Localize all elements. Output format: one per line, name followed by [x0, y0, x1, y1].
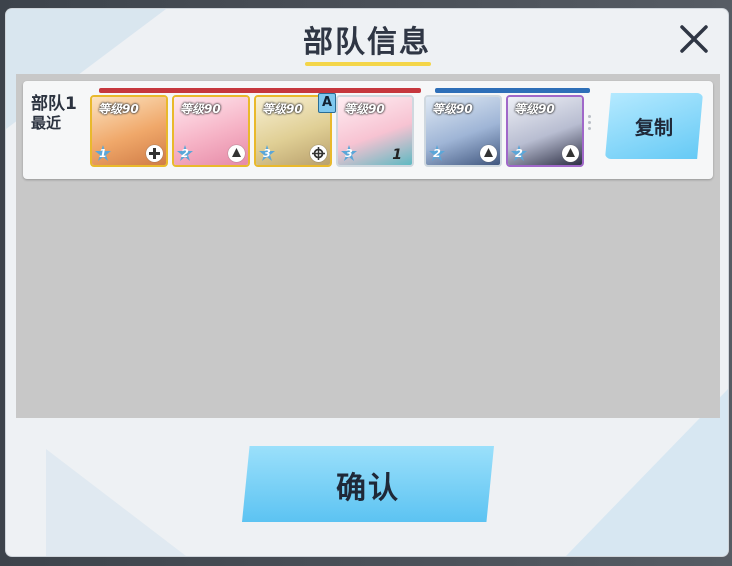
confirm-button[interactable]: 确认 [242, 446, 494, 522]
star-count: 3 [345, 147, 353, 160]
heal-role-icon [146, 145, 163, 162]
star-count: 1 [99, 147, 107, 160]
star-count: 2 [181, 147, 189, 160]
support-role-icon [228, 145, 245, 162]
star-icon: 2 [428, 144, 446, 162]
star-count: 3 [263, 147, 271, 160]
crosshair-role-icon [310, 145, 327, 162]
copy-button-label: 复制 [634, 117, 673, 139]
level-label: 等级90 [98, 102, 139, 116]
support-role-icon [562, 145, 579, 162]
close-icon [680, 25, 708, 53]
copy-button[interactable]: 复制 [605, 93, 703, 159]
team-status: 最近 [31, 114, 62, 132]
title-underline [305, 62, 431, 66]
assist-badge: A [318, 93, 336, 113]
skill-cost: 1 [392, 147, 402, 163]
close-button[interactable] [674, 19, 714, 59]
character-card-6[interactable]: 等级90 2 [506, 95, 584, 167]
star-count: 2 [515, 147, 523, 160]
team-name: 部队1 [31, 94, 77, 114]
level-label: 等级90 [180, 102, 221, 116]
level-label: 等级90 [514, 102, 555, 116]
character-card-2[interactable]: 等级90 2 [172, 95, 250, 167]
group-bar-special [435, 88, 590, 93]
star-icon: 3 [340, 144, 358, 162]
character-card-4[interactable]: 等级90 3 1 [336, 95, 414, 167]
level-label: 等级90 [262, 102, 303, 116]
dialog-title: 部队信息 [303, 25, 431, 60]
more-dots-icon [588, 112, 594, 133]
group-bar-striker [99, 88, 421, 93]
star-icon: 2 [510, 144, 528, 162]
level-label: 等级90 [344, 102, 385, 116]
character-card-1[interactable]: 等级90 1 [90, 95, 168, 167]
support-role-icon [480, 145, 497, 162]
level-label: 等级90 [432, 102, 473, 116]
star-icon: 2 [176, 144, 194, 162]
confirm-button-label: 确认 [336, 471, 400, 506]
star-icon: 1 [94, 144, 112, 162]
star-icon: 3 [258, 144, 276, 162]
decor-triangle [46, 449, 186, 556]
character-card-5[interactable]: 等级90 2 [424, 95, 502, 167]
star-count: 2 [433, 147, 441, 160]
